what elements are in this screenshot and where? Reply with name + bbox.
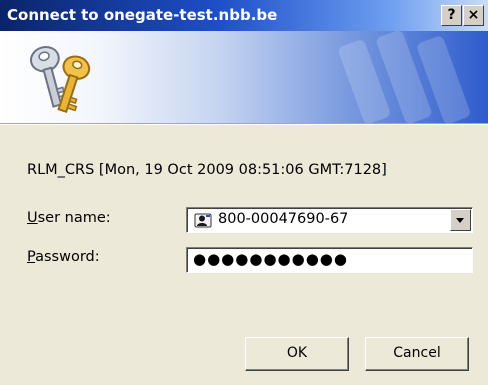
banner-divider — [0, 123, 488, 125]
title-bar[interactable]: Connect to onegate-test.nbb.be ? × — [0, 0, 488, 31]
user-card-icon — [194, 213, 212, 228]
password-label-text: assword: — [35, 249, 100, 265]
username-value: 800-00047690-67 — [218, 211, 349, 227]
username-label: User name: — [27, 210, 111, 226]
banner-watermark-keys-icon — [338, 31, 470, 123]
login-dialog: Connect to onegate-test.nbb.be ? × RLM_C… — [0, 0, 488, 385]
dialog-banner — [0, 31, 488, 123]
realm-text: RLM_CRS [Mon, 19 Oct 2009 08:51:06 GMT:7… — [27, 162, 387, 178]
password-masked-value: ●●●●●●●●●●● — [193, 250, 348, 268]
chevron-down-icon[interactable] — [450, 209, 471, 231]
ok-button[interactable]: OK — [245, 337, 349, 371]
password-label: Password: — [27, 249, 100, 265]
close-button[interactable]: × — [463, 5, 484, 26]
password-field[interactable]: ●●●●●●●●●●● — [186, 247, 473, 273]
cancel-button[interactable]: Cancel — [365, 337, 469, 371]
username-combobox[interactable]: 800-00047690-67 — [186, 207, 473, 233]
username-label-accesskey: U — [27, 210, 38, 226]
help-button[interactable]: ? — [441, 5, 462, 26]
username-label-text: ser name: — [37, 210, 111, 226]
keys-icon — [29, 46, 91, 113]
password-label-accesskey: P — [27, 249, 36, 265]
window-title: Connect to onegate-test.nbb.be — [7, 6, 278, 24]
